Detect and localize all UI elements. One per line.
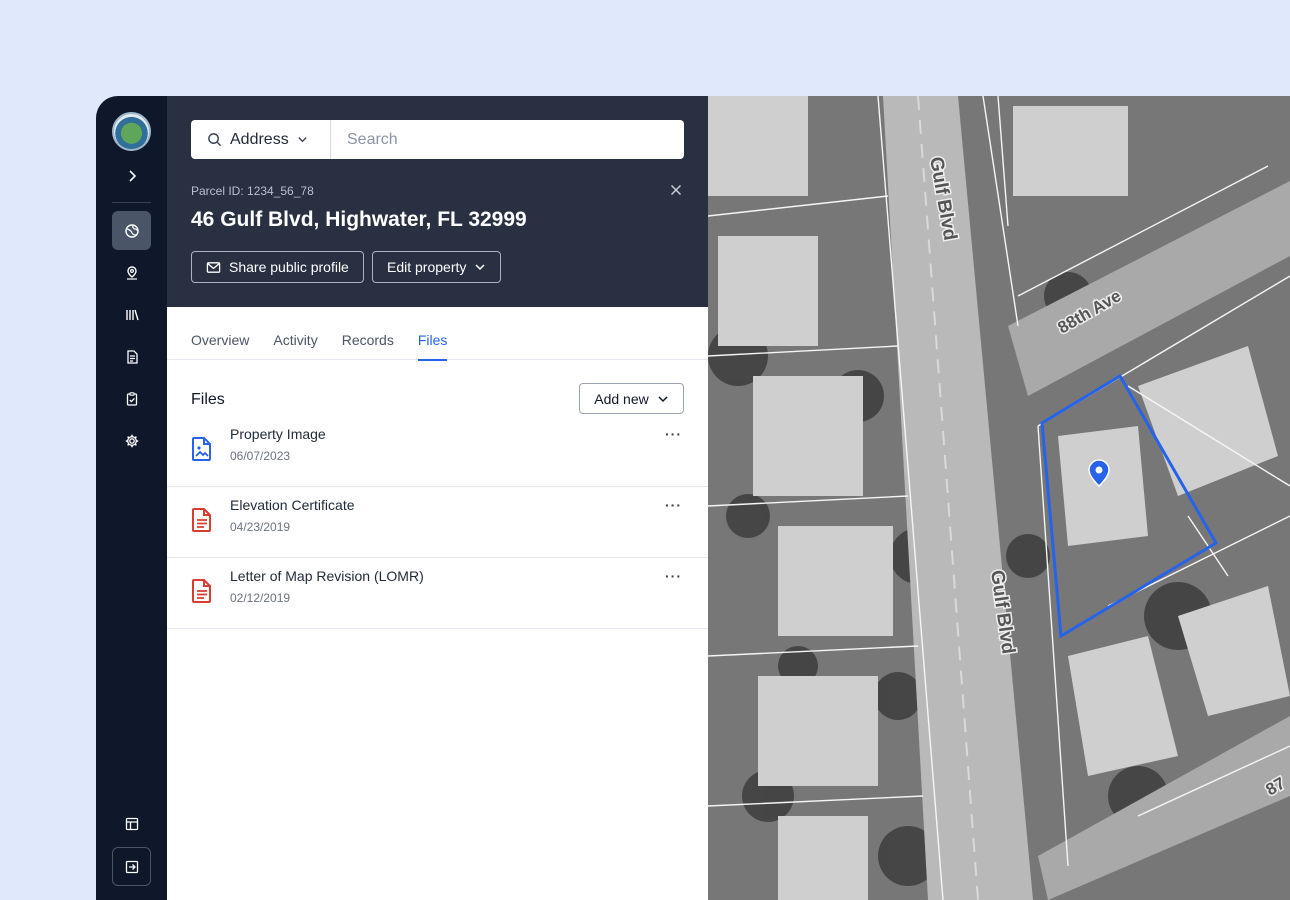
file-date: 06/07/2023 xyxy=(230,449,291,463)
more-options-icon[interactable]: ··· xyxy=(665,568,682,584)
files-title: Files xyxy=(191,391,225,408)
gear-icon xyxy=(125,434,138,447)
add-new-button[interactable]: Add new xyxy=(579,383,684,414)
add-new-label: Add new xyxy=(594,390,649,407)
more-options-icon[interactable]: ··· xyxy=(665,497,682,513)
close-icon[interactable] xyxy=(668,182,684,198)
tab-files[interactable]: Files xyxy=(417,307,447,361)
clipboard-check-icon xyxy=(126,391,137,406)
edit-label: Edit property xyxy=(387,259,467,275)
map-canvas[interactable]: Gulf Blvd 88th Ave Gulf Blvd 87 xyxy=(708,96,1290,900)
tab-records[interactable]: Records xyxy=(342,307,394,360)
document-file-icon xyxy=(192,508,211,532)
share-label: Share public profile xyxy=(229,259,349,275)
logout-icon xyxy=(125,860,138,873)
sidebar-item-library[interactable] xyxy=(112,295,151,334)
property-panel: Address Parcel ID: 1234_56_78 46 Gulf Bl… xyxy=(167,96,708,900)
globe-icon xyxy=(124,223,139,238)
chevron-down-icon xyxy=(298,137,307,143)
parcel-map[interactable]: Gulf Blvd 88th Ave Gulf Blvd 87 xyxy=(708,96,1290,900)
property-address: 46 Gulf Blvd, Highwater, FL 32999 xyxy=(191,208,527,231)
search-type-label: Address xyxy=(230,130,289,148)
layout-icon xyxy=(125,817,138,830)
file-name: Property Image xyxy=(230,426,326,442)
sidebar xyxy=(96,96,167,900)
list-item[interactable]: Elevation Certificate 04/23/2019 ··· xyxy=(167,487,708,558)
logout-button[interactable] xyxy=(112,847,151,886)
search-type-dropdown[interactable]: Address xyxy=(191,120,331,159)
file-date: 04/23/2019 xyxy=(230,520,291,534)
library-icon xyxy=(125,309,139,320)
sidebar-item-settings[interactable] xyxy=(112,421,151,460)
edit-property-button[interactable]: Edit property xyxy=(372,251,502,283)
tab-overview[interactable]: Overview xyxy=(191,307,249,360)
map-pin-icon xyxy=(126,265,137,280)
city-logo[interactable] xyxy=(112,112,151,151)
app-window: Address Parcel ID: 1234_56_78 46 Gulf Bl… xyxy=(96,96,1290,900)
property-header: Address Parcel ID: 1234_56_78 46 Gulf Bl… xyxy=(167,96,708,307)
chevron-down-icon xyxy=(475,264,485,271)
chevron-down-icon xyxy=(658,395,668,402)
sidebar-item-map[interactable] xyxy=(112,211,151,250)
document-icon xyxy=(126,349,138,364)
mail-icon xyxy=(206,261,221,273)
expand-sidebar-button[interactable] xyxy=(112,156,151,195)
sidebar-item-documents[interactable] xyxy=(112,337,151,376)
sidebar-divider xyxy=(112,202,151,203)
property-tabs: Overview Activity Records Files xyxy=(167,307,708,361)
sidebar-item-layout[interactable] xyxy=(112,804,151,843)
search-input[interactable] xyxy=(331,120,684,159)
list-item[interactable]: Letter of Map Revision (LOMR) 02/12/2019… xyxy=(167,558,708,629)
file-name: Letter of Map Revision (LOMR) xyxy=(230,568,424,584)
search-icon xyxy=(208,133,222,147)
list-item[interactable]: Property Image 06/07/2023 ··· xyxy=(167,416,708,487)
share-public-profile-button[interactable]: Share public profile xyxy=(191,251,364,283)
search-bar: Address xyxy=(191,120,684,159)
document-file-icon xyxy=(192,579,211,603)
chevron-right-icon xyxy=(128,169,136,182)
file-name: Elevation Certificate xyxy=(230,497,355,513)
parcel-id: Parcel ID: 1234_56_78 xyxy=(191,184,314,198)
more-options-icon[interactable]: ··· xyxy=(665,426,682,442)
image-file-icon xyxy=(192,437,211,461)
tab-activity[interactable]: Activity xyxy=(273,307,317,360)
file-date: 02/12/2019 xyxy=(230,591,291,605)
sidebar-item-locations[interactable] xyxy=(112,253,151,292)
sidebar-item-tasks[interactable] xyxy=(112,379,151,418)
